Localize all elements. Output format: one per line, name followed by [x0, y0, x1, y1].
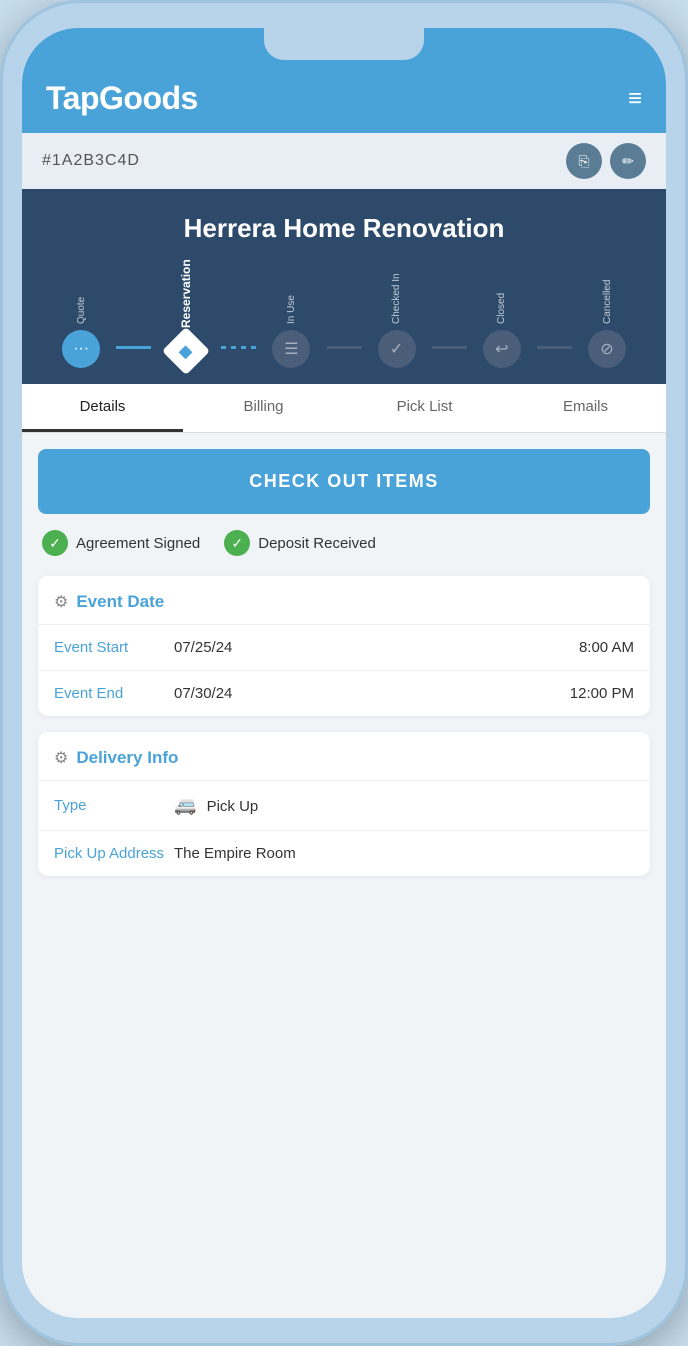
- app-logo: TapGoods: [46, 80, 198, 117]
- pickup-address-label: Pick Up Address: [54, 845, 174, 862]
- order-id: #1A2B3C4D: [42, 152, 140, 170]
- event-start-time: 8:00 AM: [579, 639, 634, 656]
- step-reservation-circle: ◆: [162, 327, 210, 375]
- event-date-title: Event Date: [76, 592, 164, 612]
- step-in-use-circle: ☰: [272, 330, 310, 368]
- step-quote-icon: ···: [73, 340, 89, 358]
- copy-button[interactable]: ⎘: [566, 143, 602, 179]
- connector-4: [432, 346, 467, 349]
- connector-1: [116, 346, 151, 349]
- pickup-address-row: Pick Up Address The Empire Room: [38, 831, 650, 876]
- agreement-label: Agreement Signed: [76, 535, 200, 552]
- hamburger-icon[interactable]: ≡: [628, 87, 642, 111]
- deposit-check-icon: ✓: [224, 530, 250, 556]
- delivery-title: Delivery Info: [76, 748, 178, 768]
- step-cancelled-circle: ⊘: [588, 330, 626, 368]
- delivery-header: ⚙ Delivery Info: [38, 732, 650, 781]
- edit-icon: ✏: [622, 153, 634, 170]
- tab-details[interactable]: Details: [22, 384, 183, 432]
- step-closed-circle: ↩: [483, 330, 521, 368]
- phone-frame: TapGoods ≡ #1A2B3C4D ⎘ ✏ Herrera Home Re…: [0, 0, 688, 1346]
- status-badges: ✓ Agreement Signed ✓ Deposit Received: [38, 530, 650, 556]
- step-quote-circle: ···: [62, 330, 100, 368]
- pickup-address-value: The Empire Room: [174, 845, 634, 862]
- step-reservation[interactable]: Reservation ◆: [151, 268, 221, 368]
- checkout-button[interactable]: CHECK OUT ITEMS: [38, 449, 650, 514]
- step-cancelled-icon: ⊘: [600, 339, 613, 359]
- event-date-card: ⚙ Event Date Event Start 07/25/24 8:00 A…: [38, 576, 650, 716]
- event-end-row: Event End 07/30/24 12:00 PM: [38, 671, 650, 716]
- event-end-label: Event End: [54, 685, 174, 702]
- edit-button[interactable]: ✏: [610, 143, 646, 179]
- logo-text: TapGoods: [46, 80, 198, 116]
- delivery-type-value: 🚐 Pick Up: [174, 795, 634, 816]
- step-cancelled[interactable]: Cancelled ⊘: [572, 264, 642, 368]
- event-start-row: Event Start 07/25/24 8:00 AM: [38, 625, 650, 671]
- copy-icon: ⎘: [578, 153, 589, 170]
- phone-screen: TapGoods ≡ #1A2B3C4D ⎘ ✏ Herrera Home Re…: [22, 28, 666, 1318]
- connector-3: [327, 346, 362, 349]
- step-reservation-label: Reservation: [179, 268, 193, 328]
- step-in-use-icon: ☰: [284, 339, 298, 359]
- delivery-type-row: Type 🚐 Pick Up: [38, 781, 650, 831]
- step-checked-in-circle: ✓: [378, 330, 416, 368]
- delivery-type-label: Type: [54, 797, 174, 814]
- status-banner: Herrera Home Renovation Quote ··· Reserv…: [22, 189, 666, 384]
- step-quote[interactable]: Quote ···: [46, 264, 116, 368]
- step-reservation-icon: ◆: [179, 341, 193, 362]
- step-in-use-label: In Use: [286, 264, 297, 324]
- badge-deposit: ✓ Deposit Received: [224, 530, 376, 556]
- event-end-date: 07/30/24: [174, 685, 570, 702]
- project-title: Herrera Home Renovation: [42, 213, 646, 244]
- step-cancelled-label: Cancelled: [602, 264, 613, 324]
- pickup-truck-icon: 🚐: [174, 795, 196, 815]
- tab-billing[interactable]: Billing: [183, 384, 344, 432]
- sub-header-actions: ⎘ ✏: [566, 143, 646, 179]
- step-closed[interactable]: Closed ↩: [467, 264, 537, 368]
- sub-header: #1A2B3C4D ⎘ ✏: [22, 133, 666, 189]
- event-start-date: 07/25/24: [174, 639, 579, 656]
- tabs: Details Billing Pick List Emails: [22, 384, 666, 433]
- step-quote-label: Quote: [76, 264, 87, 324]
- event-end-time: 12:00 PM: [570, 685, 634, 702]
- phone-notch: [264, 28, 424, 60]
- event-date-header: ⚙ Event Date: [38, 576, 650, 625]
- step-in-use[interactable]: In Use ☰: [256, 264, 326, 368]
- content-area: CHECK OUT ITEMS ✓ Agreement Signed ✓ Dep…: [22, 433, 666, 1318]
- agreement-check-icon: ✓: [42, 530, 68, 556]
- delivery-card: ⚙ Delivery Info Type 🚐 Pick Up Pick Up A…: [38, 732, 650, 876]
- connector-2: [221, 346, 256, 349]
- connector-5: [537, 346, 572, 349]
- tab-pick-list[interactable]: Pick List: [344, 384, 505, 432]
- step-closed-icon: ↩: [495, 339, 508, 359]
- step-checked-in-icon: ✓: [390, 339, 403, 359]
- step-closed-label: Closed: [496, 264, 507, 324]
- step-checked-in[interactable]: Checked In ✓: [362, 264, 432, 368]
- deposit-label: Deposit Received: [258, 535, 376, 552]
- delivery-gear-icon: ⚙: [54, 748, 68, 768]
- event-start-label: Event Start: [54, 639, 174, 656]
- step-checked-in-label: Checked In: [391, 264, 402, 324]
- stepper: Quote ··· Reservation ◆ In Use: [42, 264, 646, 368]
- badge-agreement: ✓ Agreement Signed: [42, 530, 200, 556]
- event-date-gear-icon: ⚙: [54, 592, 68, 612]
- tab-emails[interactable]: Emails: [505, 384, 666, 432]
